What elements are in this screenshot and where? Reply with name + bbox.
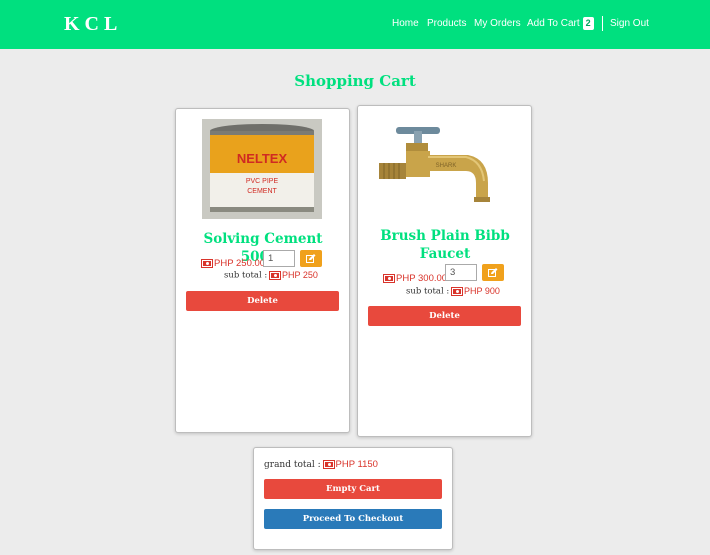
nav-products[interactable]: Products	[427, 18, 466, 29]
flag-icon	[268, 270, 281, 280]
cart-count-badge: 2	[582, 17, 594, 30]
edit-icon	[306, 254, 316, 263]
product-image-faucet: SHARK	[376, 121, 496, 216]
subtotal-value: PHP 900	[463, 286, 500, 296]
image-text-pvc: PVC PIPE	[246, 178, 279, 185]
flag-icon	[450, 286, 463, 296]
update-quantity-button[interactable]	[300, 250, 322, 267]
nav-add-to-cart-label: Add To Cart	[527, 18, 580, 29]
checkout-button[interactable]: Proceed To Checkout	[264, 509, 442, 529]
subtotal-row: sub total : PHP 250	[224, 270, 318, 281]
flag-icon	[322, 460, 335, 469]
brand-logo[interactable]: KCL	[64, 13, 122, 36]
product-image-cement: NELTEX PVC PIPE CEMENT	[202, 119, 322, 219]
product-name: Brush Plain Bibb Faucet	[380, 228, 510, 262]
image-text-cement: CEMENT	[247, 188, 277, 195]
nav-home[interactable]: Home	[392, 18, 419, 29]
subtotal-value: PHP 250	[281, 270, 318, 280]
edit-icon	[488, 268, 498, 277]
image-text-neltex: NELTEX	[237, 151, 288, 166]
nav-sign-out[interactable]: Sign Out	[610, 18, 649, 29]
nav-add-to-cart[interactable]: Add To Cart 2	[527, 17, 594, 30]
subtotal-label: sub total :	[224, 270, 268, 281]
flag-icon	[383, 274, 395, 283]
quantity-input[interactable]: 3	[445, 264, 477, 281]
navbar: KCL Home Products My Orders Add To Cart 2…	[0, 0, 710, 49]
nav-my-orders[interactable]: My Orders	[474, 18, 521, 29]
update-quantity-button[interactable]	[482, 264, 504, 281]
cart-item-card: SHARK Brush Plain Bibb Faucet PHP 300.00…	[357, 105, 532, 437]
page-title: Shopping Cart	[294, 72, 416, 90]
unit-price: PHP 250.00	[214, 258, 266, 269]
empty-cart-button[interactable]: Empty Cart	[264, 479, 442, 499]
grand-total-label: grand total :	[264, 460, 321, 470]
delete-button[interactable]: Delete	[186, 291, 339, 311]
unit-price: PHP 300.00	[396, 273, 448, 284]
nav-divider	[602, 16, 603, 31]
cart-summary-card: grand total : PHP 1150 Empty Cart Procee…	[253, 447, 453, 550]
image-text-shark: SHARK	[436, 163, 457, 169]
cart-item-card: NELTEX PVC PIPE CEMENT Solving Cement 50…	[175, 108, 350, 433]
grand-total-value: PHP 1150	[335, 459, 378, 470]
grand-total-row: grand total : PHP 1150	[264, 459, 378, 470]
subtotal-label: sub total :	[406, 286, 450, 297]
subtotal-row: sub total : PHP 900	[406, 286, 500, 297]
flag-icon	[201, 259, 213, 268]
delete-button[interactable]: Delete	[368, 306, 521, 326]
quantity-input[interactable]: 1	[263, 250, 295, 267]
